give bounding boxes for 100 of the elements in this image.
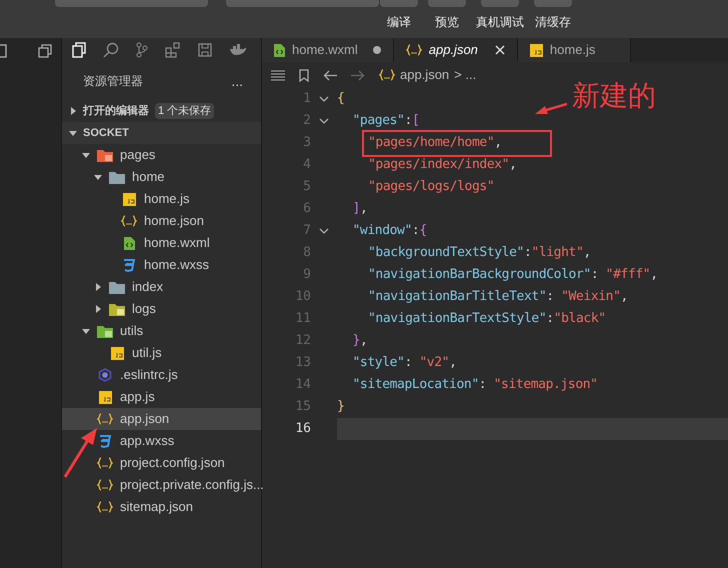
toolbar-label[interactable]: 真机调试 [476, 14, 524, 30]
caret-icon[interactable] [94, 173, 102, 181]
caret-icon[interactable] [94, 283, 102, 291]
search-icon[interactable] [103, 42, 119, 58]
code-line: "pages/index/index", [368, 156, 517, 174]
code-line: "sitemapLocation": "sitemap.json" [352, 376, 598, 394]
fold-chevron-icon[interactable] [319, 228, 329, 234]
code-file-icon [274, 43, 285, 57]
line-number: 12 [294, 332, 311, 350]
line-number: 13 [294, 354, 311, 372]
line-number: 10 [294, 288, 311, 306]
toolbar-label[interactable]: 编译 [387, 14, 411, 30]
code-line: "style": "v2", [352, 354, 457, 372]
caret-icon[interactable] [82, 151, 90, 159]
fold-chevron-icon[interactable] [319, 96, 329, 102]
back-arrow-icon[interactable] [323, 70, 337, 80]
folder-icon [109, 170, 125, 184]
file-tree-item[interactable]: .eslintrc.js [62, 364, 261, 386]
line-number: 4 [302, 156, 311, 174]
file-name: home.json [144, 212, 204, 230]
editor-tab[interactable]: app.json [394, 38, 518, 62]
bookmark-icon[interactable] [299, 68, 309, 82]
line-number: 6 [302, 200, 311, 218]
toolbar-label[interactable]: 清缓存 [535, 14, 571, 30]
file-tree-item[interactable]: sitemap.json [62, 496, 261, 518]
js-file-icon [530, 44, 543, 56]
breadcrumb-file[interactable]: app.json [400, 65, 450, 85]
code-line: "backgroundTextStyle":"light", [368, 244, 591, 262]
file-tree-item[interactable]: utils [62, 320, 261, 342]
more-button[interactable]: ... [231, 74, 243, 88]
js-file-icon [98, 390, 112, 404]
code-line: "navigationBarTitleText": "Weixin", [368, 288, 628, 306]
file-tree-item[interactable]: home.wxss [62, 254, 261, 276]
code-line: "navigationBarBackgroundColor": "#fff", [368, 266, 658, 284]
file-tree-item[interactable]: home.js [62, 188, 261, 210]
file-name: util.js [132, 344, 162, 362]
code-line: "navigationBarTextStyle":"black" [368, 310, 606, 328]
close-icon[interactable] [494, 45, 505, 55]
open-editors-header[interactable]: 打开的编辑器 1 个未保存 [62, 100, 261, 122]
files-icon[interactable] [72, 42, 86, 58]
file-tree-item[interactable]: home.wxml [62, 232, 261, 254]
js-file-icon [122, 192, 136, 206]
braces-icon [406, 44, 422, 56]
blocks-icon[interactable] [165, 42, 181, 58]
file-name: project.private.config.js... [120, 476, 264, 494]
editor-tab[interactable]: home.js [518, 38, 632, 62]
line-number: 1 [302, 90, 311, 108]
list-icon[interactable] [271, 70, 285, 80]
file-tree-item[interactable]: logs [62, 298, 261, 320]
file-tree-item[interactable]: home.json [62, 210, 261, 232]
braces-icon [97, 413, 113, 425]
caret-icon[interactable] [82, 327, 90, 335]
file-name: app.json [120, 410, 170, 428]
save-icon[interactable] [198, 43, 212, 57]
file-tree-item[interactable]: home [62, 166, 261, 188]
caret-icon[interactable] [69, 129, 77, 137]
branch-icon[interactable] [136, 42, 148, 58]
section-title: 打开的编辑器 [83, 104, 149, 119]
file-tree-item[interactable]: app.json [62, 408, 261, 430]
caret-icon[interactable] [69, 107, 77, 115]
copy-icon[interactable] [38, 44, 52, 58]
file-name: home.js [144, 190, 190, 208]
caret-icon[interactable] [94, 305, 102, 313]
whale-icon[interactable] [229, 44, 247, 56]
file-name: logs [132, 300, 156, 318]
css-file-icon [123, 258, 135, 272]
hexagon-icon [98, 368, 112, 382]
file-tree-item[interactable]: pages [62, 144, 261, 166]
forward-arrow-icon[interactable] [351, 70, 365, 80]
editor-tab[interactable]: home.wxml [262, 38, 394, 62]
sidebar-title: 资源管理器 [83, 73, 143, 90]
file-name: home [132, 168, 165, 186]
file-tree-item[interactable]: util.js [62, 342, 261, 364]
code-line: "pages":[ [352, 112, 420, 130]
css-file-icon [99, 434, 111, 448]
section-title: SOCKET [83, 126, 129, 141]
annotation-label: 新建的 [572, 82, 656, 110]
folder-icon [109, 302, 125, 316]
folder-icon [109, 280, 125, 294]
project-header[interactable]: SOCKET [62, 122, 261, 144]
file-tree-item[interactable]: index [62, 276, 261, 298]
file-name: pages [120, 146, 156, 164]
annotation-arrow [535, 102, 567, 116]
fold-chevron-icon[interactable] [319, 118, 329, 124]
file-tree-item[interactable]: project.private.config.js... [62, 474, 261, 496]
file-name: app.wxss [120, 432, 174, 450]
file-tree-item[interactable]: project.config.json [62, 452, 261, 474]
line-number: 2 [302, 112, 311, 130]
braces-icon [379, 69, 395, 81]
braces-icon [97, 457, 113, 469]
file-tree-item[interactable]: app.js [62, 386, 261, 408]
breadcrumb-more[interactable]: > ... [454, 65, 476, 85]
window-icon[interactable] [0, 44, 8, 58]
file-name: home.wxml [144, 234, 210, 252]
line-number: 15 [294, 398, 311, 416]
toolbar-label[interactable]: 预览 [435, 14, 459, 30]
file-tree-item[interactable]: app.wxss [62, 430, 261, 452]
file-name: utils [120, 322, 144, 340]
annotation-arrow [64, 428, 98, 478]
code-line: }, [352, 332, 368, 350]
